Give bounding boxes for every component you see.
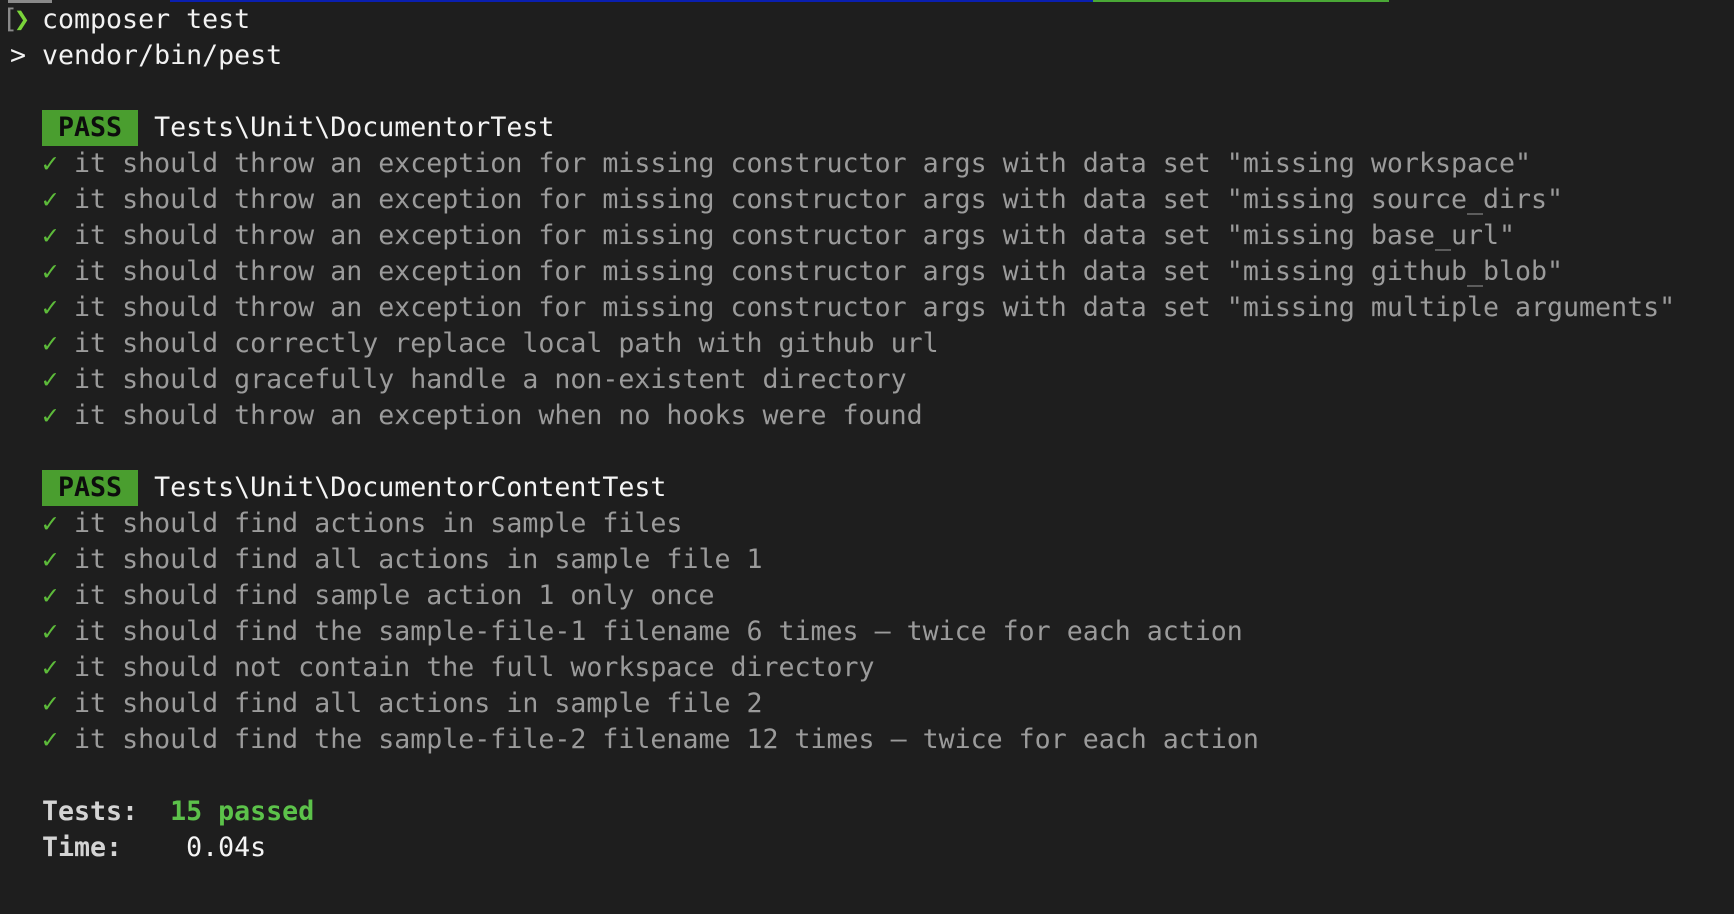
- test-row: ✓ it should find the sample-file-1 filen…: [0, 614, 1734, 650]
- test-row: ✓ it should throw an exception for missi…: [0, 182, 1734, 218]
- terminal-output[interactable]: [❯ composer test > vendor/bin/pest PASS Te…: [0, 2, 1734, 866]
- tests-label: Tests:: [42, 796, 139, 827]
- pass-badge: PASS: [42, 110, 139, 146]
- test-row: ✓ it should find sample action 1 only on…: [0, 578, 1734, 614]
- test-name: it should throw an exception for missing…: [74, 184, 1564, 215]
- check-icon: ✓: [42, 292, 59, 323]
- suite-header: PASS Tests\Unit\DocumentorTest: [0, 110, 1734, 146]
- script-text: vendor/bin/pest: [42, 40, 283, 71]
- test-name: it should find the sample-file-1 filenam…: [74, 616, 1243, 647]
- tests-value: 15 passed: [170, 796, 315, 827]
- check-icon: ✓: [42, 508, 59, 539]
- test-name: it should correctly replace local path w…: [74, 328, 939, 359]
- check-icon: ✓: [42, 364, 59, 395]
- test-row: ✓ it should not contain the full workspa…: [0, 650, 1734, 686]
- test-name: it should throw an exception when no hoo…: [74, 400, 923, 431]
- check-icon: ✓: [42, 688, 59, 719]
- check-icon: ✓: [42, 328, 59, 359]
- prompt-line: [❯ composer test: [0, 2, 1734, 38]
- check-icon: ✓: [42, 400, 59, 431]
- test-name: it should find sample action 1 only once: [74, 580, 715, 611]
- summary-time: Time: 0.04s: [0, 830, 1734, 866]
- suite-name: Tests\Unit\DocumentorContentTest: [154, 472, 667, 503]
- pass-badge-label: PASS: [58, 472, 123, 503]
- test-name: it should throw an exception for missing…: [74, 256, 1564, 287]
- script-line: > vendor/bin/pest: [0, 38, 1734, 74]
- test-row: ✓ it should throw an exception when no h…: [0, 398, 1734, 434]
- check-icon: ✓: [42, 256, 59, 287]
- test-row: ✓ it should throw an exception for missi…: [0, 218, 1734, 254]
- test-row: ✓ it should find actions in sample files: [0, 506, 1734, 542]
- test-row: ✓ it should throw an exception for missi…: [0, 290, 1734, 326]
- check-icon: ✓: [42, 184, 59, 215]
- time-label: Time:: [42, 832, 123, 863]
- pass-badge: PASS: [42, 470, 139, 506]
- test-suites: PASS Tests\Unit\DocumentorTest ✓ it shoul…: [0, 110, 1734, 794]
- suite-name: Tests\Unit\DocumentorTest: [154, 112, 555, 143]
- check-icon: ✓: [42, 220, 59, 251]
- check-icon: ✓: [42, 580, 59, 611]
- test-name: it should not contain the full workspace…: [74, 652, 875, 683]
- test-name: it should find the sample-file-2 filenam…: [74, 724, 1259, 755]
- command-text: composer test: [42, 4, 251, 35]
- prompt-chevron-icon: ❯: [14, 4, 31, 35]
- script-prefix: >: [10, 40, 27, 71]
- test-name: it should find all actions in sample fil…: [74, 688, 763, 719]
- test-row: ✓ it should correctly replace local path…: [0, 326, 1734, 362]
- test-name: it should throw an exception for missing…: [74, 148, 1532, 179]
- check-icon: ✓: [42, 724, 59, 755]
- time-value: 0.04s: [186, 832, 267, 863]
- test-row: ✓ it should throw an exception for missi…: [0, 146, 1734, 182]
- suite-header: PASS Tests\Unit\DocumentorContentTest: [0, 470, 1734, 506]
- test-name: it should throw an exception for missing…: [74, 292, 1676, 323]
- check-icon: ✓: [42, 544, 59, 575]
- check-icon: ✓: [42, 652, 59, 683]
- test-row: ✓ it should find the sample-file-2 filen…: [0, 722, 1734, 758]
- test-row: ✓ it should throw an exception for missi…: [0, 254, 1734, 290]
- test-name: it should throw an exception for missing…: [74, 220, 1516, 251]
- check-icon: ✓: [42, 148, 59, 179]
- check-icon: ✓: [42, 616, 59, 647]
- test-row: ✓ it should find all actions in sample f…: [0, 686, 1734, 722]
- test-row: ✓ it should gracefully handle a non-exis…: [0, 362, 1734, 398]
- summary-tests: Tests: 15 passed: [0, 794, 1734, 830]
- test-row: ✓ it should find all actions in sample f…: [0, 542, 1734, 578]
- test-name: it should gracefully handle a non-existe…: [74, 364, 907, 395]
- test-name: it should find all actions in sample fil…: [74, 544, 763, 575]
- test-name: it should find actions in sample files: [74, 508, 683, 539]
- pass-badge-label: PASS: [58, 112, 123, 143]
